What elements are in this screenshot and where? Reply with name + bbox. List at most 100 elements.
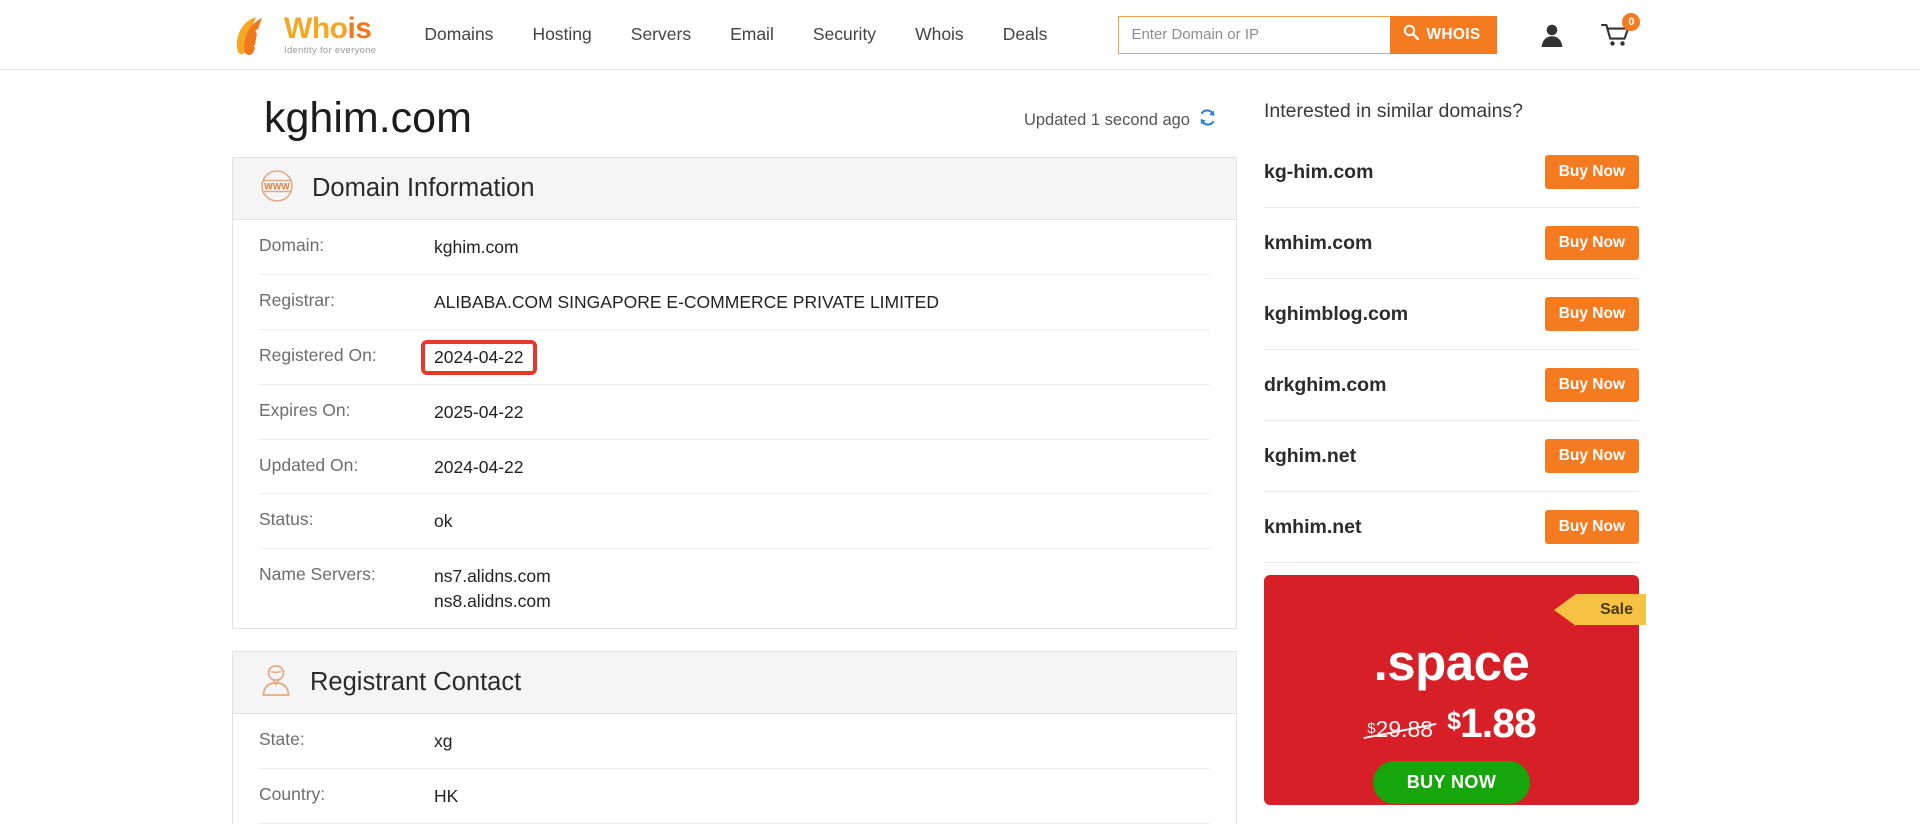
- list-item: drkghim.com Buy Now: [1264, 350, 1639, 421]
- main-navigation: Domains Hosting Servers Email Security W…: [424, 24, 1047, 45]
- promo-new-amount: 1.88: [1460, 700, 1537, 746]
- buy-now-button[interactable]: Buy Now: [1544, 155, 1639, 189]
- list-item: kghimblog.com Buy Now: [1264, 279, 1639, 350]
- row-value: 2024-04-22: [434, 456, 524, 477]
- row-label: Country:: [259, 783, 326, 804]
- row-label: Expires On:: [259, 399, 351, 420]
- logo-tagline: Identity for everyone: [284, 44, 377, 56]
- promo-banner-space[interactable]: Sale .space $29.88 $1.88 BUY NOW: [1264, 575, 1646, 805]
- panel-domain-information-body: Domain: kghim.com Registrar: ALIBABA.COM…: [233, 220, 1236, 628]
- promo-new-price: $1.88: [1447, 700, 1537, 747]
- table-row-registered-on: Registered On: 2024-04-22: [259, 330, 1210, 385]
- promo-tld-label: .space: [1373, 634, 1530, 691]
- logo-wordmark: Whois: [284, 11, 376, 45]
- nav-item-domains[interactable]: Domains: [424, 24, 493, 45]
- search-input[interactable]: [1118, 15, 1391, 54]
- sidebar-heading: Interested in similar domains?: [1264, 100, 1524, 122]
- row-value: xg: [434, 730, 453, 751]
- panel-registrant-contact-header: Registrant Contact: [233, 651, 1236, 714]
- whois-search-button-label: WHOIS: [1426, 25, 1481, 43]
- row-value: HK: [434, 785, 459, 806]
- cart-count-badge: 0: [1622, 12, 1641, 31]
- row-label: Status:: [259, 509, 314, 530]
- table-row: Updated On: 2024-04-22: [259, 440, 1210, 495]
- name-server-2: ns8.alidns.com: [434, 591, 551, 612]
- table-row: Name Servers: ns7.alidns.com ns8.alidns.…: [259, 549, 1210, 628]
- suggested-domain-name[interactable]: kghim.net: [1264, 445, 1356, 468]
- table-row: Country: HK: [259, 769, 1210, 824]
- www-globe-icon: WWW: [260, 169, 294, 208]
- buy-now-button[interactable]: Buy Now: [1544, 226, 1639, 260]
- promo-new-currency: $: [1447, 707, 1461, 735]
- refresh-icon[interactable]: [1198, 108, 1217, 132]
- sale-ribbon-badge: Sale: [1554, 594, 1646, 627]
- suggested-domain-name[interactable]: kghimblog.com: [1264, 303, 1408, 326]
- page-title: kghim.com: [264, 94, 472, 142]
- shopping-cart-icon[interactable]: 0: [1601, 12, 1641, 48]
- page-title-row: kghim.com Updated 1 second ago: [232, 70, 1237, 157]
- search-icon: [1403, 24, 1420, 45]
- table-row: Registrar: ALIBABA.COM SINGAPORE E-COMME…: [259, 275, 1210, 330]
- user-icon[interactable]: [1539, 22, 1565, 48]
- row-label: Updated On:: [259, 454, 359, 475]
- page-body: kghim.com Updated 1 second ago WWW Domai…: [0, 70, 1920, 824]
- row-label: State:: [259, 728, 305, 749]
- promo-old-price: $29.88: [1367, 716, 1433, 743]
- row-label: Registrar:: [259, 289, 335, 310]
- whois-search: WHOIS: [1118, 15, 1498, 54]
- row-label: Name Servers:: [259, 564, 376, 585]
- list-item: kmhim.net Buy Now: [1264, 492, 1639, 563]
- header-icon-group: 0: [1539, 12, 1641, 48]
- promo-old-amount: 29.88: [1375, 716, 1434, 742]
- svg-text:WWW: WWW: [264, 182, 290, 192]
- row-label: Domain:: [259, 235, 325, 256]
- whois-search-button[interactable]: WHOIS: [1390, 15, 1498, 54]
- table-row: Expires On: 2025-04-22: [259, 385, 1210, 440]
- panel-domain-information-header: WWW Domain Information: [233, 158, 1236, 221]
- row-value: 2024-04-22: [421, 339, 537, 375]
- sidebar: Interested in similar domains? kg-him.co…: [1264, 70, 1646, 824]
- promo-price-row: $29.88 $1.88: [1264, 700, 1639, 747]
- highlight-annotation-registered-on: 2024-04-22: [421, 339, 537, 375]
- nav-item-whois[interactable]: Whois: [915, 24, 964, 45]
- promo-buy-now-button[interactable]: BUY NOW: [1372, 761, 1531, 804]
- row-value: kghim.com: [434, 237, 519, 258]
- nav-item-security[interactable]: Security: [813, 24, 876, 45]
- list-item: kmhim.com Buy Now: [1264, 208, 1639, 279]
- row-value: ok: [434, 511, 453, 532]
- nav-item-deals[interactable]: Deals: [1003, 24, 1048, 45]
- leaf-swoosh-icon: [232, 14, 276, 56]
- suggested-domain-name[interactable]: drkghim.com: [1264, 374, 1386, 397]
- updated-text: Updated 1 second ago: [1023, 110, 1190, 129]
- buy-now-button[interactable]: Buy Now: [1544, 368, 1639, 402]
- suggested-domain-name[interactable]: kmhim.com: [1264, 232, 1372, 255]
- panel-registrant-contact: Registrant Contact State: xg Country: HK…: [232, 650, 1237, 824]
- buy-now-button[interactable]: Buy Now: [1544, 297, 1639, 331]
- suggested-domain-name[interactable]: kmhim.net: [1264, 516, 1362, 539]
- row-value: 2025-04-22: [434, 401, 524, 422]
- table-row: Domain: kghim.com: [259, 220, 1210, 275]
- row-value: ns7.alidns.com ns8.alidns.com: [434, 564, 551, 614]
- updated-status: Updated 1 second ago: [1024, 108, 1217, 141]
- nav-item-email[interactable]: Email: [730, 24, 774, 45]
- person-contact-icon: [260, 663, 292, 702]
- logo-word-part2: is: [347, 11, 372, 45]
- table-row: State: xg: [259, 714, 1210, 769]
- table-row: Status: ok: [259, 494, 1210, 550]
- row-label: Registered On:: [259, 344, 377, 365]
- row-value: ALIBABA.COM SINGAPORE E-COMMERCE PRIVATE…: [434, 291, 939, 312]
- main-column: kghim.com Updated 1 second ago WWW Domai…: [232, 70, 1237, 824]
- promo-old-currency: $: [1367, 720, 1376, 737]
- name-server-1: ns7.alidns.com: [434, 566, 551, 587]
- list-item: kghim.net Buy Now: [1264, 421, 1639, 492]
- nav-item-servers[interactable]: Servers: [631, 24, 691, 45]
- list-item: kg-him.com Buy Now: [1264, 137, 1639, 208]
- nav-item-hosting[interactable]: Hosting: [532, 24, 591, 45]
- buy-now-button[interactable]: Buy Now: [1544, 510, 1639, 544]
- panel-registrant-contact-body: State: xg Country: HK Email: https://who…: [233, 714, 1236, 824]
- logo-word-part1: Who: [284, 11, 348, 45]
- site-logo[interactable]: Whois Identity for everyone: [232, 11, 377, 56]
- suggested-domain-name[interactable]: kg-him.com: [1264, 161, 1373, 184]
- panel-registrant-contact-title: Registrant Contact: [310, 667, 522, 696]
- buy-now-button[interactable]: Buy Now: [1544, 439, 1639, 473]
